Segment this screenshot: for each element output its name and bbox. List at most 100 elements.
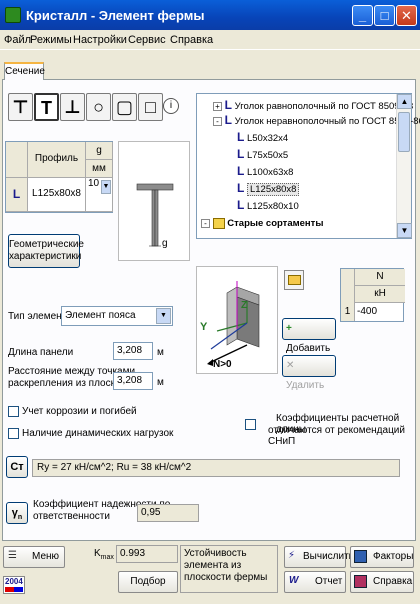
tee-section-button[interactable]: T [34,93,59,121]
element-type-select[interactable]: Элемент пояса ▼ [61,306,173,326]
report-icon: W [289,575,299,586]
tree-label: Старые сортаменты [227,218,324,230]
help-book-icon [354,575,367,588]
force-unit-header: кН [355,286,405,303]
tree-label: L100x63x8 [246,167,294,178]
collapse-icon[interactable]: - [201,219,210,229]
expand-icon[interactable]: + [213,102,222,111]
status-line-1: Устойчивость элемента из [184,548,247,571]
angle-icon: L [237,130,245,144]
g-header: g [86,142,113,160]
report-button[interactable]: W Отчет [284,571,346,593]
menu-help[interactable]: Справка [170,34,213,46]
profile-value[interactable]: L125x80x8 [28,178,86,212]
help-button[interactable]: Справка [350,571,414,593]
force-row-index: 1 [341,303,355,321]
angle-icon: L [224,113,232,127]
cross-angle-section-button[interactable]: ⊥ [60,93,85,121]
collapse-icon[interactable]: - [213,117,222,126]
maximize-button[interactable]: □ [374,5,395,26]
panel-length-unit: м [157,347,164,358]
mm-header: мм [86,160,113,178]
geom-label-2: характеристики [9,251,82,262]
flag-icon [5,587,23,592]
panel-length-label: Длина панели [8,347,74,358]
scroll-thumb[interactable] [398,112,410,152]
square-tube-section-button[interactable]: □ [138,93,163,121]
plus-icon: + [286,323,292,334]
force-value-cell[interactable]: -400 [357,303,403,321]
chevron-down-icon[interactable]: ▼ [156,308,171,324]
force-table: N кН 1 -400 [340,268,405,322]
angle-icon: L [237,147,245,161]
year-badge-text: 2004 [5,577,23,586]
tree-item-unequal-angle[interactable]: - L Уголок неравнополочный по ГОСТ 8510-… [213,113,420,127]
tree-item-l100x63x8[interactable]: L L100x63x8 [237,164,293,178]
close-button[interactable]: ✕ [396,5,417,26]
minimize-button[interactable]: _ [352,5,373,26]
tree-scrollbar[interactable]: ▲ ▼ [396,94,412,238]
tree-label: L125x80x10 [246,201,299,212]
info-icon[interactable]: i [163,98,179,114]
geom-label-1: Геометрические [9,239,84,250]
tee-section-drawing [136,183,174,247]
add-force-button[interactable]: + Добавить [282,318,336,354]
scroll-down-icon[interactable]: ▼ [397,223,412,238]
window-title: Кристалл - Элемент фермы [26,8,205,23]
double-angle-section-button[interactable]: ⊤ [8,93,33,121]
angle-profile-icon: L [12,187,21,201]
tab-section[interactable]: Сечение [4,62,45,80]
menu-service[interactable]: Сервис [128,34,166,46]
steel-properties-display: Ry = 27 кН/см^2; Ru = 38 кН/см^2 [32,459,400,477]
open-folder-button[interactable] [284,270,304,290]
panel-length-input[interactable]: 3,208 [113,342,153,360]
g-select[interactable]: 10 ▼ [86,178,113,212]
tree-item-l125x80x8[interactable]: L L125x80x8 [237,181,300,196]
calculator-icon: ⚡ [288,550,296,561]
book-icon [212,218,225,229]
dynamic-loads-checkbox[interactable] [8,428,19,439]
calculate-button[interactable]: ⚡ Вычислить [284,546,354,568]
angle-icon: L [237,198,245,212]
menu-button[interactable]: ☰ Меню [3,546,65,568]
z-axis-label: Z [241,300,248,311]
geometric-properties-button[interactable]: Геометрические характеристики [8,234,84,268]
tree-label: Уголок неравнополочный по ГОСТ 8510-86* [234,116,420,127]
menu-button-label: Меню [32,551,60,562]
app-icon [5,7,21,23]
rounded-tube-section-button[interactable]: ▢ [112,93,137,121]
profile-header: Профиль [28,142,86,178]
assortment-tree[interactable]: + L Уголок равнополочный по ГОСТ 8509-93… [196,93,420,239]
tree-item-l75x50x5[interactable]: L L75x50x5 [237,147,288,161]
chevron-down-icon[interactable]: ▼ [101,180,111,194]
y-axis-label: Y [200,321,208,333]
length-coeff-checkbox[interactable] [245,419,256,430]
menu-bar: Файл Режимы Настройки Сервис Справка [0,30,420,50]
delete-label: Удалить [286,380,325,391]
force-col-header: N [355,269,405,286]
kmax-label-sub: max [100,554,114,561]
kmax-label: Kmax [94,548,114,561]
menu-file[interactable]: Файл [4,34,31,46]
steel-button[interactable]: Ст [6,456,28,478]
factors-label: Факторы [373,551,414,562]
tree-item-l50x32x4[interactable]: L L50x32x4 [237,130,288,144]
force-label: N>0 [213,359,232,370]
beam-axes-drawing [207,281,260,366]
delete-force-button[interactable]: ✕ Удалить [282,355,336,391]
tree-item-equal-angle[interactable]: + L Уголок равнополочный по ГОСТ 8509-93 [213,98,413,112]
round-pipe-section-button[interactable]: ○ [86,93,111,121]
tree-label: L75x50x5 [246,150,289,161]
brace-distance-input[interactable]: 3,208 [113,372,153,390]
tree-item-l125x80x10[interactable]: L L125x80x10 [237,198,299,212]
corrosion-checkbox[interactable] [8,406,19,417]
factors-button[interactable]: Факторы [350,546,414,568]
brace-distance-unit: м [157,377,164,388]
menu-settings[interactable]: Настройки [73,34,127,46]
menu-modes[interactable]: Режимы [30,34,72,46]
year-badge: 2004 [3,576,25,594]
reliability-gamma-button[interactable]: γn [6,502,28,524]
select-profile-button[interactable]: Подбор [118,571,178,593]
scroll-up-icon[interactable]: ▲ [397,94,412,109]
tree-item-old-assortments[interactable]: - Старые сортаменты [201,218,323,229]
